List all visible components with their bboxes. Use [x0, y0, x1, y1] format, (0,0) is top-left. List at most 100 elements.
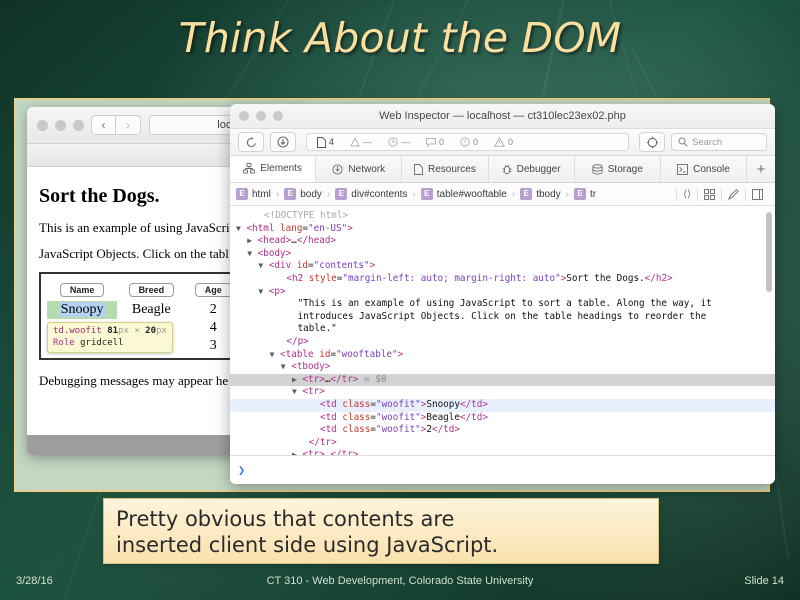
slide-title: Think About the DOM [178, 14, 622, 62]
disclosure-triangle-icon[interactable]: ▶ [247, 236, 252, 245]
dom-tree-line[interactable]: ▼ <html lang="en-US"> [230, 223, 775, 236]
breadcrumb-item-body[interactable]: Ebody [284, 188, 322, 200]
stat-warnings[interactable]: 0 [494, 137, 513, 147]
stat-logs[interactable]: 0 [426, 137, 444, 147]
slide-footer: 3/28/16 CT 310 - Web Development, Colora… [0, 566, 800, 600]
pen-icon[interactable] [721, 187, 745, 201]
breadcrumb-item-tr[interactable]: Etr [574, 188, 596, 200]
disclosure-triangle-icon[interactable]: ▼ [258, 287, 263, 296]
forward-button[interactable]: › [116, 115, 141, 135]
breadcrumb-item-table[interactable]: Etable#wooftable [420, 188, 507, 200]
stat-errors[interactable]: 0 [460, 137, 478, 147]
stat-time[interactable]: — [388, 137, 410, 147]
breadcrumb-item-html[interactable]: Ehtml [236, 188, 271, 200]
tooltip-times: × [134, 326, 140, 336]
stat-memory[interactable]: — [350, 137, 372, 147]
inspector-titlebar: Web Inspector — localhost — ct310lec23ex… [230, 104, 775, 129]
tab-debugger[interactable]: Debugger [489, 156, 575, 182]
sort-button-breed[interactable]: Breed [128, 283, 175, 297]
dom-tree-line[interactable]: table." [230, 323, 775, 336]
disclosure-triangle-icon[interactable]: ▼ [258, 261, 263, 270]
dom-tree-line[interactable]: "This is an example of using JavaScript … [230, 298, 775, 311]
maximize-window-button[interactable] [73, 120, 84, 131]
breadcrumb-separator: › [275, 188, 280, 200]
sort-button-age[interactable]: Age [194, 283, 232, 297]
dom-tree-line[interactable]: ▼ <tbody> [230, 361, 775, 374]
disclosure-triangle-icon[interactable]: ▼ [281, 362, 286, 371]
breadcrumb-item-div[interactable]: Ediv#contents [335, 188, 407, 200]
disclosure-triangle-icon[interactable]: ▼ [247, 249, 252, 258]
disclosure-triangle-icon[interactable]: ▶ [292, 450, 297, 455]
dom-tree-line[interactable]: <td class="woofit">Beagle</td> [230, 412, 775, 425]
browser-nav-buttons: ‹ › [91, 115, 141, 135]
network-icon [332, 163, 343, 175]
table-cell[interactable]: Beagle [117, 301, 185, 319]
dom-tree-line[interactable]: introduces JavaScript Objects. Click on … [230, 311, 775, 324]
dom-tree-line[interactable]: <td class="woofit">Snoopy</td> [230, 398, 775, 412]
crosshair-icon[interactable] [639, 132, 665, 152]
disclosure-triangle-icon[interactable]: ▼ [270, 350, 275, 359]
dom-tree-area[interactable]: <!DOCTYPE html> ▼ <html lang="en-US"> ▶ <… [230, 206, 775, 455]
dom-scrollbar[interactable] [766, 212, 772, 292]
disclosure-triangle-icon[interactable]: ▼ [236, 224, 241, 233]
reload-icon[interactable] [238, 132, 264, 152]
dom-tree-line[interactable]: ▼ <p> [230, 286, 775, 299]
storage-icon [592, 163, 603, 175]
inspector-resource-stats: 4 — — 0 0 0 [306, 133, 629, 151]
search-input[interactable]: Search [671, 133, 767, 151]
add-tab-button[interactable]: + [747, 156, 775, 182]
dom-tree-line[interactable]: </p> [230, 336, 775, 349]
table-row: Snoopy Beagle 2 [47, 301, 241, 319]
stat-documents-value: 4 [329, 137, 335, 147]
web-inspector-window: Web Inspector — localhost — ct310lec23ex… [230, 104, 775, 484]
console-prompt-icon: ❯ [238, 463, 246, 477]
tooltip-height: 20 [145, 326, 156, 336]
document-icon [317, 136, 326, 148]
tab-storage[interactable]: Storage [575, 156, 661, 182]
minimize-window-button[interactable] [55, 120, 66, 131]
sort-button-name[interactable]: Name [59, 283, 105, 297]
code-brackets-icon[interactable]: ⟨⟩ [676, 187, 697, 201]
tab-resources[interactable]: Resources [402, 156, 489, 182]
close-inspector-button[interactable] [239, 111, 249, 121]
dom-tree-line[interactable]: <h2 style="margin-left: auto; margin-rig… [230, 273, 775, 286]
close-window-button[interactable] [37, 120, 48, 131]
browser-traffic-lights [37, 120, 84, 131]
dom-tree-line[interactable]: ▼ <div id="contents"> [230, 260, 775, 273]
dom-tree-line[interactable]: <td class="woofit">2</td> [230, 424, 775, 437]
stat-documents[interactable]: 4 [317, 136, 335, 148]
footer-slide-number: Slide 14 [744, 575, 784, 587]
table-cell-highlighted[interactable]: Snoopy [47, 301, 118, 319]
inspector-console-bar[interactable]: ❯ [230, 455, 775, 484]
inspector-toolbar: 4 — — 0 0 0 Search [230, 129, 775, 156]
tab-elements[interactable]: Elements [230, 156, 317, 182]
dom-tree-line[interactable]: ▼ <tr> [230, 386, 775, 399]
memory-icon [350, 137, 360, 147]
disclosure-triangle-icon[interactable]: ▶ [292, 375, 297, 384]
breadcrumb-separator: › [326, 188, 331, 200]
tab-network[interactable]: Network [316, 156, 403, 182]
disclosure-triangle-icon[interactable]: ▼ [292, 387, 297, 396]
caption-box: Pretty obvious that contents are inserte… [103, 498, 659, 564]
minimize-inspector-button[interactable] [256, 111, 266, 121]
dom-tree-line[interactable]: ▼ <body> [230, 248, 775, 261]
table-header-cell: Breed [117, 279, 185, 301]
dom-tree-line[interactable]: ▶ <head>…</head> [230, 235, 775, 248]
grid-layout-icon[interactable] [697, 187, 721, 201]
breadcrumb-separator: › [511, 188, 516, 200]
sidebar-toggle-icon[interactable] [745, 187, 769, 201]
maximize-inspector-button[interactable] [273, 111, 283, 121]
breadcrumb-label: body [300, 188, 322, 200]
resources-icon [414, 163, 423, 175]
dom-tree-line[interactable]: ▼ <table id="wooftable"> [230, 349, 775, 362]
dom-tree-line[interactable]: ▶ <tr>…</tr> [230, 449, 775, 455]
dom-tree-line[interactable]: <!DOCTYPE html> [230, 210, 775, 223]
tab-console[interactable]: Console [661, 156, 748, 182]
dom-tree-line[interactable]: </tr> [230, 437, 775, 450]
dom-tree: <!DOCTYPE html> ▼ <html lang="en-US"> ▶ <… [230, 206, 775, 455]
table-header-row: Name Breed Age [47, 279, 241, 301]
back-button[interactable]: ‹ [91, 115, 116, 135]
download-icon[interactable] [270, 132, 296, 152]
dom-tree-line[interactable]: ▶ <tr>…</tr> = $0 [230, 373, 775, 387]
breadcrumb-item-tbody[interactable]: Etbody [520, 188, 561, 200]
